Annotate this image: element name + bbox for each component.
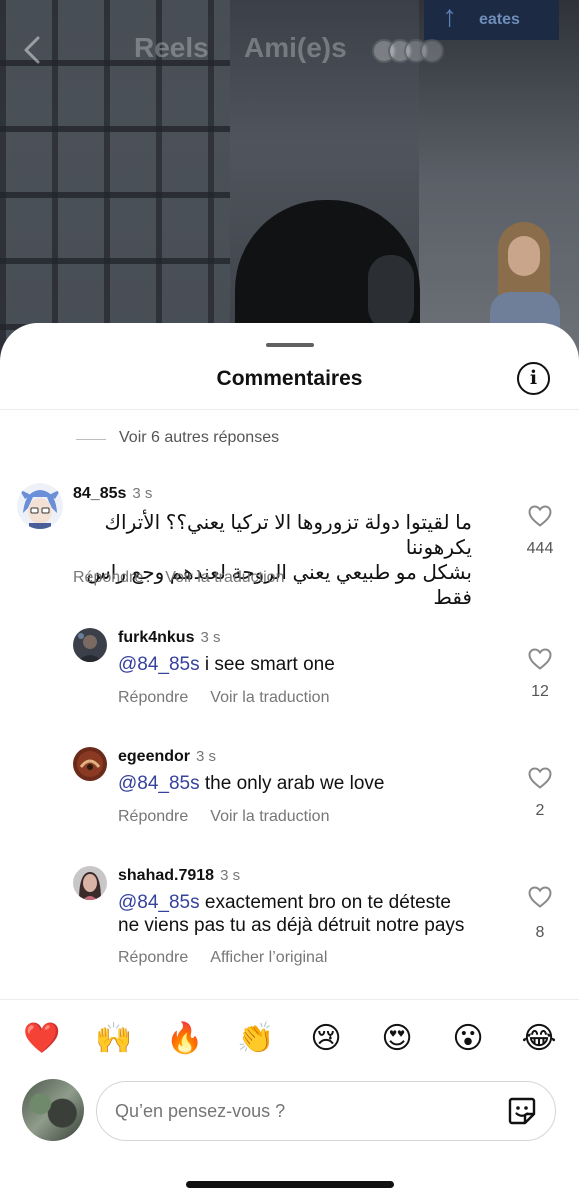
like-count: 12: [531, 683, 549, 700]
info-icon: i: [529, 367, 538, 389]
photo-avatar-icon: [73, 747, 107, 781]
comment-actions: Répondre Voir la traduction: [118, 689, 351, 707]
comment-actions: Répondre Voir la traduction: [73, 569, 306, 587]
comments-sheet: Commentaires i Voir 6 autres réponses 84…: [0, 323, 579, 1200]
avatar[interactable]: [73, 628, 107, 662]
heart-icon: [528, 505, 552, 527]
tears-of-joy-emoji-icon[interactable]: 😂: [521, 1021, 557, 1057]
comment-body: ne viens pas tu as déjà détruit notre pa…: [118, 915, 465, 936]
sheet-title: Commentaires: [216, 367, 363, 390]
like-count: 2: [535, 802, 545, 819]
comment-body: exactement bro on te déteste: [199, 892, 452, 913]
photo-avatar-icon: [73, 628, 107, 662]
info-button[interactable]: i: [517, 362, 550, 395]
bg-sign-text: eates: [479, 11, 520, 28]
like-button[interactable]: [528, 648, 552, 670]
my-avatar[interactable]: [22, 1079, 84, 1141]
red-heart-emoji-icon[interactable]: ❤️: [23, 1021, 60, 1057]
mention-link[interactable]: @84_85s: [118, 892, 200, 913]
avatar[interactable]: [73, 747, 107, 781]
photo-avatar-icon: [73, 866, 107, 900]
comment-body: the only arab we love: [199, 773, 385, 794]
friends-avatars: [372, 39, 446, 65]
comment-text: ما لقيتوا دولة تزوروها الا تركيا يعني؟؟ …: [60, 511, 472, 611]
comment-text-line: ما لقيتوا دولة تزوروها الا تركيا يعني؟؟ …: [104, 512, 472, 559]
heart-icon: [528, 886, 552, 908]
heart-eyes-emoji-icon[interactable]: 😍: [379, 1021, 415, 1057]
username[interactable]: shahad.7918: [118, 867, 214, 884]
comment-body: i see smart one: [199, 654, 335, 675]
chevron-left-icon: [24, 36, 40, 64]
crying-face-emoji-icon[interactable]: 😢: [308, 1021, 344, 1057]
comment-author[interactable]: egeendor 3 s: [118, 748, 216, 766]
translate-button[interactable]: Voir la traduction: [210, 808, 329, 825]
comment-author[interactable]: shahad.7918 3 s: [118, 867, 240, 885]
quick-reactions: ❤️ 🙌 🔥 👏 😢 😍 😮 😂: [0, 1021, 579, 1061]
avatar[interactable]: [17, 483, 63, 529]
home-indicator[interactable]: [186, 1181, 394, 1188]
reply-button[interactable]: Répondre: [118, 689, 188, 706]
comment-actions: Répondre Voir la traduction: [118, 808, 351, 826]
sheet-drag-handle[interactable]: [266, 343, 314, 347]
show-original-button[interactable]: Afficher l’original: [210, 949, 327, 966]
fire-emoji-icon[interactable]: 🔥: [166, 1021, 203, 1057]
view-more-replies-label: Voir 6 autres réponses: [119, 429, 280, 446]
reply-button[interactable]: Répondre: [118, 949, 188, 966]
comment-time: 3 s: [200, 629, 221, 646]
tab-friends[interactable]: Ami(e)s: [244, 32, 347, 64]
avatar[interactable]: [73, 866, 107, 900]
like-button[interactable]: [528, 767, 552, 789]
header-divider: [0, 409, 579, 410]
reply-button[interactable]: Répondre: [73, 569, 143, 586]
reply-button[interactable]: Répondre: [118, 808, 188, 825]
heart-icon: [528, 648, 552, 670]
comment-time: 3 s: [132, 485, 153, 502]
sticker-icon: [508, 1097, 536, 1125]
reel-video-background: ↑ eates Reels Ami(e)s: [0, 0, 579, 360]
comment-author[interactable]: 84_85s 3 s: [73, 485, 152, 503]
comment-text: @84_85s exactement bro on te déteste ne …: [118, 891, 508, 937]
comment-input[interactable]: [96, 1081, 556, 1141]
like-button[interactable]: [528, 505, 552, 527]
clapping-hands-emoji-icon[interactable]: 👏: [237, 1021, 274, 1057]
reels-top-bar: Reels Ami(e)s: [0, 28, 579, 74]
comment-text: @84_85s i see smart one: [118, 653, 498, 676]
username[interactable]: 84_85s: [73, 485, 126, 502]
comment-time: 3 s: [196, 748, 217, 765]
tab-reels[interactable]: Reels: [134, 32, 209, 64]
friend-avatar: [420, 39, 444, 63]
translate-button[interactable]: Voir la traduction: [210, 689, 329, 706]
anime-avatar-icon: [17, 483, 63, 529]
reactions-divider: [0, 999, 579, 1000]
username[interactable]: egeendor: [118, 748, 190, 765]
mention-link[interactable]: @84_85s: [118, 654, 200, 675]
username[interactable]: furk4nkus: [118, 629, 194, 646]
mention-link[interactable]: @84_85s: [118, 773, 200, 794]
translate-button[interactable]: Voir la traduction: [165, 569, 284, 586]
back-button[interactable]: [18, 32, 48, 68]
comment-actions: Répondre Afficher l’original: [118, 949, 349, 967]
heart-icon: [528, 767, 552, 789]
comment-text: @84_85s the only arab we love: [118, 772, 498, 795]
like-count: 8: [535, 924, 545, 941]
comment-author[interactable]: furk4nkus 3 s: [118, 629, 220, 647]
sticker-button[interactable]: [506, 1095, 538, 1127]
comment-time: 3 s: [220, 867, 241, 884]
like-button[interactable]: [528, 886, 552, 908]
replies-line: [76, 439, 106, 440]
surprised-face-emoji-icon[interactable]: 😮: [450, 1021, 486, 1057]
raising-hands-emoji-icon[interactable]: 🙌: [95, 1021, 132, 1057]
comment-composer: [0, 1079, 579, 1141]
like-count: 444: [526, 540, 554, 557]
